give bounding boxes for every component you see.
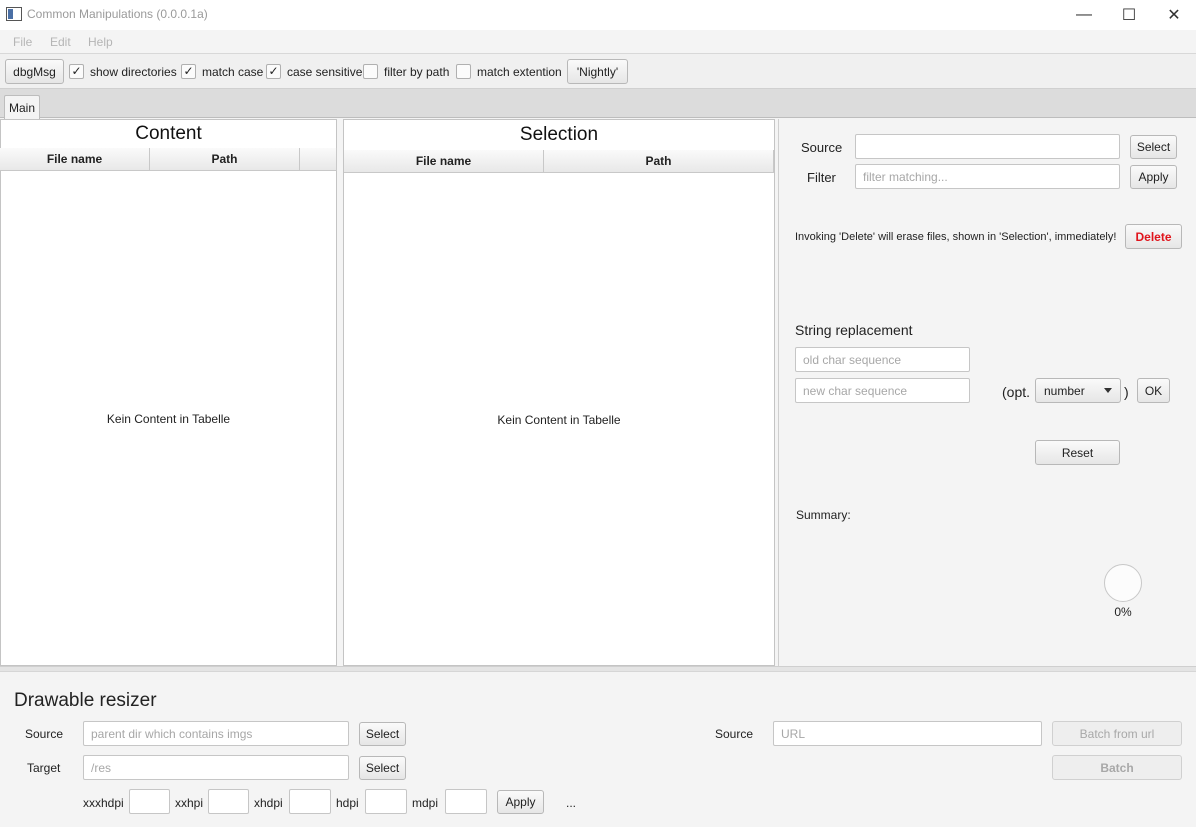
selection-col-filename[interactable]: File name: [344, 150, 544, 173]
nightly-button[interactable]: 'Nightly': [567, 59, 628, 84]
resizer-target-label: Target: [27, 761, 61, 775]
resizer-target-select-button[interactable]: Select: [359, 756, 406, 780]
density-input-xxhpi[interactable]: [208, 789, 249, 814]
density-label-xhdpi: xhdpi: [254, 796, 283, 810]
density-label-hdpi: hdpi: [336, 796, 359, 810]
filter-apply-button[interactable]: Apply: [1130, 165, 1177, 189]
delete-warning-text: Invoking 'Delete' will erase files, show…: [795, 231, 1117, 243]
maximize-icon[interactable]: ☐: [1106, 0, 1152, 30]
batch-button[interactable]: Batch: [1052, 755, 1182, 780]
density-label-xxxhdpi: xxxhdpi: [83, 796, 124, 810]
match-case-checkbox[interactable]: ✓: [181, 64, 196, 79]
ok-button[interactable]: OK: [1137, 378, 1170, 403]
resizer-ellipsis: ...: [566, 796, 577, 810]
bottom-split-divider[interactable]: [0, 666, 1196, 672]
number-select-value: number: [1044, 383, 1085, 398]
filter-label: Filter: [807, 170, 836, 185]
drawable-resizer-heading: Drawable resizer: [14, 690, 157, 711]
show-directories-label: show directories: [90, 65, 177, 79]
batch-from-url-button[interactable]: Batch from url: [1052, 721, 1182, 746]
summary-label: Summary:: [796, 508, 851, 522]
url-input[interactable]: URL: [773, 721, 1042, 746]
opt-prefix: (opt.: [1002, 384, 1031, 400]
content-col-path[interactable]: Path: [150, 148, 300, 171]
content-title: Content: [135, 123, 202, 144]
source-select-button[interactable]: Select: [1130, 135, 1177, 159]
dbgmsg-button[interactable]: dbgMsg: [5, 59, 64, 84]
content-empty-placeholder: Kein Content in Tabelle: [106, 412, 231, 426]
resizer-apply-button[interactable]: Apply: [497, 790, 544, 814]
new-char-sequence-input[interactable]: new char sequence: [795, 378, 970, 403]
selection-col-path[interactable]: Path: [544, 150, 774, 173]
chevron-down-icon: [1104, 388, 1112, 393]
right-panel-divider: [778, 119, 779, 666]
delete-button[interactable]: Delete: [1125, 224, 1182, 249]
match-case-label: match case: [202, 65, 264, 79]
selection-empty-placeholder: Kein Content in Tabelle: [497, 413, 621, 427]
density-input-xxxhdpi[interactable]: [129, 789, 170, 814]
tab-main[interactable]: Main: [4, 95, 40, 119]
show-directories-checkbox[interactable]: ✓: [69, 64, 84, 79]
selection-pane: [343, 119, 775, 666]
progress-indicator: [1104, 564, 1142, 602]
minimize-icon[interactable]: —: [1061, 0, 1107, 30]
menu-help[interactable]: Help: [88, 35, 113, 49]
density-input-hdpi[interactable]: [365, 789, 407, 814]
match-extention-label: match extention: [477, 65, 562, 79]
progress-text: 0%: [1114, 605, 1132, 619]
case-sensitive-checkbox[interactable]: ✓: [266, 64, 281, 79]
number-select[interactable]: number: [1035, 378, 1121, 403]
density-label-mdpi: mdpi: [412, 796, 439, 810]
content-col-filler: [300, 148, 337, 171]
density-input-xhdpi[interactable]: [289, 789, 331, 814]
match-extention-checkbox[interactable]: [456, 64, 471, 79]
filter-by-path-checkbox[interactable]: [363, 64, 378, 79]
reset-button[interactable]: Reset: [1035, 440, 1120, 465]
menu-file[interactable]: File: [13, 35, 32, 49]
window-title: Common Manipulations (0.0.0.1a): [27, 7, 208, 21]
density-label-xxhpi: xxhpi: [175, 796, 204, 810]
content-col-filename[interactable]: File name: [0, 148, 150, 171]
app-icon: [6, 7, 22, 21]
opt-suffix: ): [1124, 384, 1129, 400]
old-char-sequence-input[interactable]: old char sequence: [795, 347, 970, 372]
menu-bar: [0, 30, 1196, 53]
resizer-source-select-button[interactable]: Select: [359, 722, 406, 746]
selection-title: Selection: [519, 124, 599, 145]
resizer-source-input[interactable]: parent dir which contains imgs: [83, 721, 349, 746]
filter-input[interactable]: filter matching...: [855, 164, 1120, 189]
resizer-source-label: Source: [25, 727, 64, 741]
filter-by-path-label: filter by path: [384, 65, 450, 79]
resizer-target-input[interactable]: /res: [83, 755, 349, 780]
url-source-label: Source: [715, 727, 754, 741]
content-pane: [0, 119, 337, 666]
menu-edit[interactable]: Edit: [50, 35, 71, 49]
tab-strip: [0, 89, 1196, 118]
case-sensitive-label: case sensitive: [287, 65, 363, 79]
close-icon[interactable]: ✕: [1151, 0, 1196, 30]
source-label: Source: [801, 140, 843, 155]
string-replacement-heading: String replacement: [795, 322, 913, 338]
source-input[interactable]: [855, 134, 1120, 159]
density-input-mdpi[interactable]: [445, 789, 487, 814]
